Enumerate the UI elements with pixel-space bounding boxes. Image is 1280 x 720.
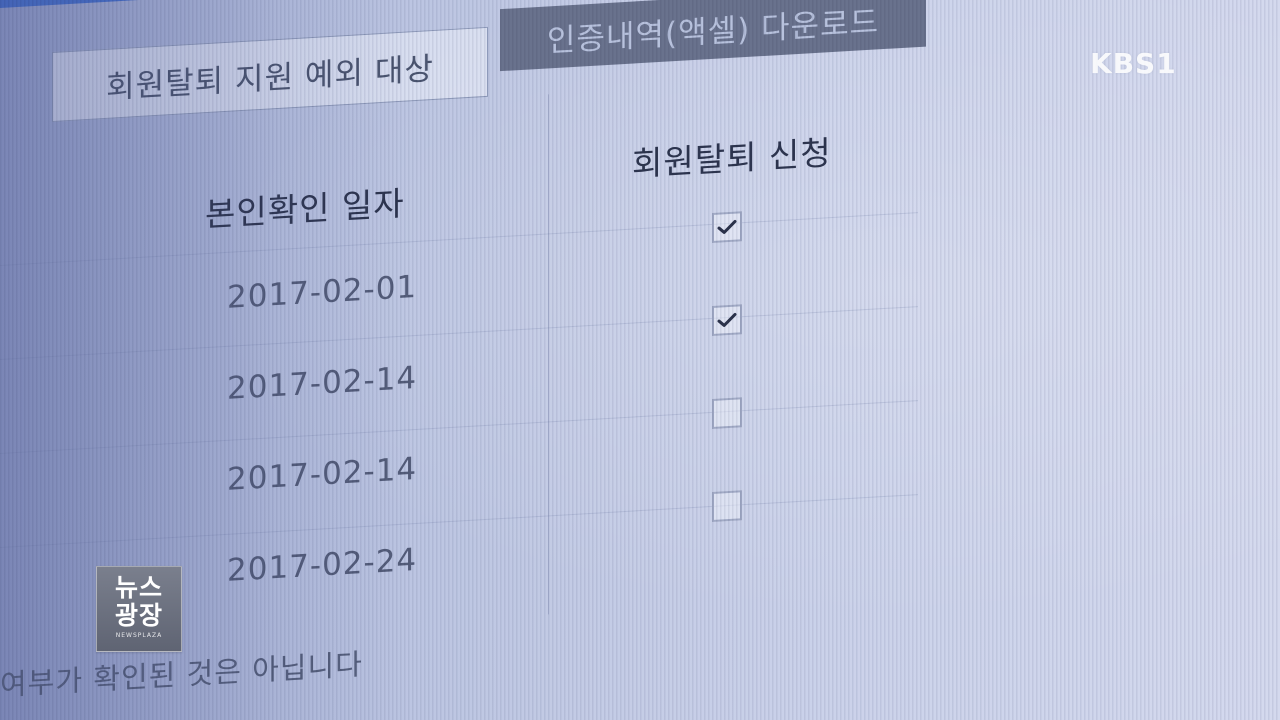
news-plaza-logo: 뉴스 광장 NEWSPLAZA bbox=[96, 566, 182, 652]
news-logo-line-1: 뉴스 bbox=[114, 573, 163, 602]
verification-date-cell: 2017-02-14 bbox=[227, 359, 418, 407]
verification-date-cell: 2017-02-01 bbox=[227, 268, 418, 316]
check-mark-icon bbox=[717, 312, 737, 327]
row-divider bbox=[0, 400, 918, 454]
top-accent-line bbox=[0, 0, 230, 8]
column-header-verification-date: 본인확인 일자 bbox=[205, 183, 405, 235]
withdraw-checkbox[interactable] bbox=[712, 304, 742, 336]
column-header-withdraw-request: 회원탈퇴 신청 bbox=[632, 133, 832, 184]
row-divider bbox=[0, 306, 918, 360]
withdraw-checkbox[interactable] bbox=[712, 490, 742, 522]
screen-photo: 회원탈퇴 지원 예외 대상 인증내역(액셀) 다운로드 본인확인 일자 회원탈퇴… bbox=[0, 0, 1280, 720]
row-divider bbox=[0, 494, 918, 548]
check-mark-icon bbox=[717, 219, 737, 234]
verification-table: 본인확인 일자 회원탈퇴 신청 2017-02-01 2017-02-14 20… bbox=[0, 73, 918, 646]
withdraw-checkbox[interactable] bbox=[712, 211, 742, 243]
news-logo-line-2: 광장 bbox=[114, 601, 163, 630]
news-logo-subtitle: NEWSPLAZA bbox=[115, 632, 163, 639]
excel-download-button[interactable]: 인증내역(액셀) 다운로드 bbox=[500, 0, 926, 72]
withdraw-checkbox[interactable] bbox=[712, 397, 742, 429]
verification-date-cell: 2017-02-14 bbox=[227, 450, 418, 498]
kbs1-channel-logo: KBS1 bbox=[1090, 47, 1177, 80]
row-divider bbox=[0, 212, 918, 266]
column-divider bbox=[548, 94, 549, 615]
verification-date-cell: 2017-02-24 bbox=[227, 541, 418, 589]
